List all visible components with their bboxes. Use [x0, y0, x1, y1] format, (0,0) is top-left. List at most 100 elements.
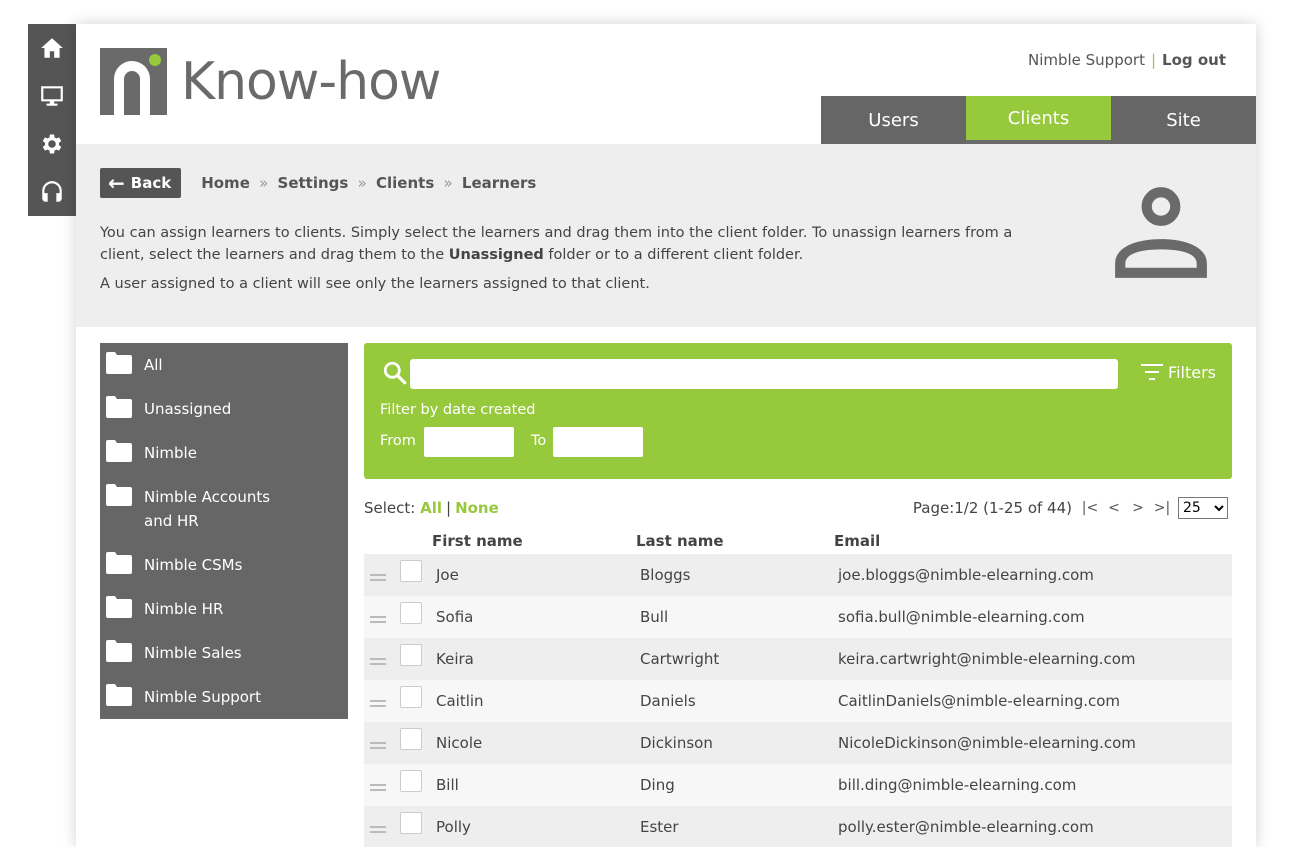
logout-link[interactable]: Log out [1162, 51, 1226, 69]
rail-courses[interactable] [28, 72, 76, 120]
cell-email: joe.bloggs@nimble-elearning.com [838, 566, 1094, 584]
folder-icon [106, 352, 132, 374]
drag-handle-icon[interactable] [370, 784, 386, 794]
table-row[interactable]: Polly Ester polly.ester@nimble-elearning… [364, 806, 1232, 847]
folder-all[interactable]: All [100, 349, 348, 393]
page-info: Page:1/2 (1-25 of 44) [912, 499, 1072, 517]
folder-nimble[interactable]: Nimble [100, 437, 348, 481]
folder-label: Nimble Support [144, 688, 261, 706]
rail-home[interactable] [28, 24, 76, 72]
arrow-left-icon: ← [108, 171, 125, 195]
icon-rail [28, 24, 76, 216]
table-row[interactable]: Sofia Bull sofia.bull@nimble-elearning.c… [364, 596, 1232, 638]
cell-last-name: Dickinson [640, 734, 713, 752]
pagination: Page:1/2 (1-25 of 44) |< < > >| 25 [913, 497, 1228, 519]
folder-label: Nimble CSMs [144, 556, 243, 574]
row-checkbox[interactable] [400, 644, 422, 666]
column-last-name[interactable]: Last name [636, 532, 834, 554]
tab-users[interactable]: Users [821, 96, 966, 144]
headset-icon [42, 181, 62, 202]
drag-handle-icon[interactable] [370, 742, 386, 752]
folder-nimble-support[interactable]: Nimble Support [100, 681, 348, 725]
user-icon [1115, 187, 1207, 278]
column-email[interactable]: Email [834, 532, 880, 554]
next-page-icon[interactable]: > [1126, 500, 1150, 516]
logo-text: Know-how [181, 51, 441, 112]
folder-label: Unassigned [144, 400, 232, 418]
folder-nimble-hr[interactable]: Nimble HR [100, 593, 348, 637]
row-checkbox[interactable] [400, 728, 422, 750]
folder-nimble-sales[interactable]: Nimble Sales [100, 637, 348, 681]
drag-handle-icon[interactable] [370, 574, 386, 584]
cell-last-name: Ester [640, 818, 679, 836]
table-row[interactable]: Joe Bloggs joe.bloggs@nimble-elearning.c… [364, 554, 1232, 596]
row-checkbox[interactable] [400, 812, 422, 834]
cell-last-name: Daniels [640, 692, 696, 710]
rail-support[interactable] [28, 168, 76, 216]
folder-label: All [144, 356, 163, 374]
drag-handle-icon[interactable] [370, 700, 386, 710]
gear-icon [42, 134, 62, 154]
cell-first-name: Joe [436, 566, 459, 584]
back-button-label: Back [130, 174, 172, 192]
table-row[interactable]: Bill Ding bill.ding@nimble-elearning.com [364, 764, 1232, 806]
column-first-name[interactable]: First name [432, 532, 636, 554]
select-controls: Select: All | None [364, 499, 499, 517]
date-filter-label: Filter by date created [380, 402, 536, 418]
rail-settings[interactable] [28, 120, 76, 168]
folder-icon [106, 684, 132, 706]
logo[interactable]: Know-how [100, 48, 441, 115]
row-checkbox[interactable] [400, 560, 422, 582]
table-row[interactable]: Caitlin Daniels CaitlinDaniels@nimble-el… [364, 680, 1232, 722]
monitor-icon [41, 86, 63, 106]
row-checkbox[interactable] [400, 602, 422, 624]
date-from-input[interactable] [424, 427, 514, 457]
folder-nimble-csms[interactable]: Nimble CSMs [100, 549, 348, 593]
user-bar-separator: | [1150, 51, 1157, 69]
main-tabs: Users Clients Site [821, 96, 1256, 144]
breadcrumb-settings[interactable]: Settings [278, 174, 349, 192]
breadcrumb-home[interactable]: Home [201, 174, 250, 192]
last-page-icon[interactable]: >| [1150, 500, 1174, 516]
table-row[interactable]: Nicole Dickinson NicoleDickinson@nimble-… [364, 722, 1232, 764]
back-button[interactable]: ← Back [100, 168, 182, 198]
user-bar: Nimble Support | Log out [1028, 51, 1226, 69]
folder-icon [106, 596, 132, 618]
breadcrumb-clients[interactable]: Clients [376, 174, 434, 192]
select-separator: | [446, 499, 452, 517]
intro-band: ← Back Home » Settings » Clients » Learn… [76, 144, 1256, 327]
search-input[interactable] [410, 359, 1118, 389]
tab-site[interactable]: Site [1111, 96, 1256, 144]
first-page-icon[interactable]: |< [1078, 500, 1102, 516]
drag-handle-icon[interactable] [370, 658, 386, 668]
drag-handle-icon[interactable] [370, 616, 386, 626]
table-header: First name Last name Email [364, 532, 1232, 554]
cell-email: CaitlinDaniels@nimble-elearning.com [838, 692, 1121, 710]
table-row[interactable]: Keira Cartwright keira.cartwright@nimble… [364, 638, 1232, 680]
filters-label: Filters [1168, 362, 1216, 382]
drag-handle-icon[interactable] [370, 826, 386, 836]
row-checkbox[interactable] [400, 770, 422, 792]
folder-icon [106, 440, 132, 462]
user-name[interactable]: Nimble Support [1028, 51, 1145, 69]
row-checkbox[interactable] [400, 686, 422, 708]
select-label: Select: [364, 499, 416, 517]
select-all-link[interactable]: All [420, 499, 442, 517]
search-icon[interactable] [382, 360, 408, 386]
cell-first-name: Caitlin [436, 692, 484, 710]
folder-icon [106, 552, 132, 574]
intro-paragraph-2: A user assigned to a client will see onl… [100, 276, 650, 292]
date-to-input[interactable] [553, 427, 643, 457]
prev-page-icon[interactable]: < [1102, 500, 1126, 516]
page-size-select[interactable]: 25 [1178, 497, 1228, 519]
from-label: From [380, 433, 416, 449]
learners-table: First name Last name Email Joe Bloggs jo… [364, 532, 1232, 847]
tab-clients[interactable]: Clients [966, 96, 1111, 144]
select-none-link[interactable]: None [455, 499, 499, 517]
filter-icon [1141, 364, 1164, 380]
filters-button[interactable]: Filters [1140, 362, 1216, 382]
breadcrumb-learners: Learners [461, 174, 537, 192]
folder-nimble-accounts-and-hr[interactable]: Nimble Accounts and HR [100, 481, 348, 549]
intro-paragraph-1: You can assign learners to clients. Simp… [100, 225, 1013, 263]
folder-unassigned[interactable]: Unassigned [100, 393, 348, 437]
